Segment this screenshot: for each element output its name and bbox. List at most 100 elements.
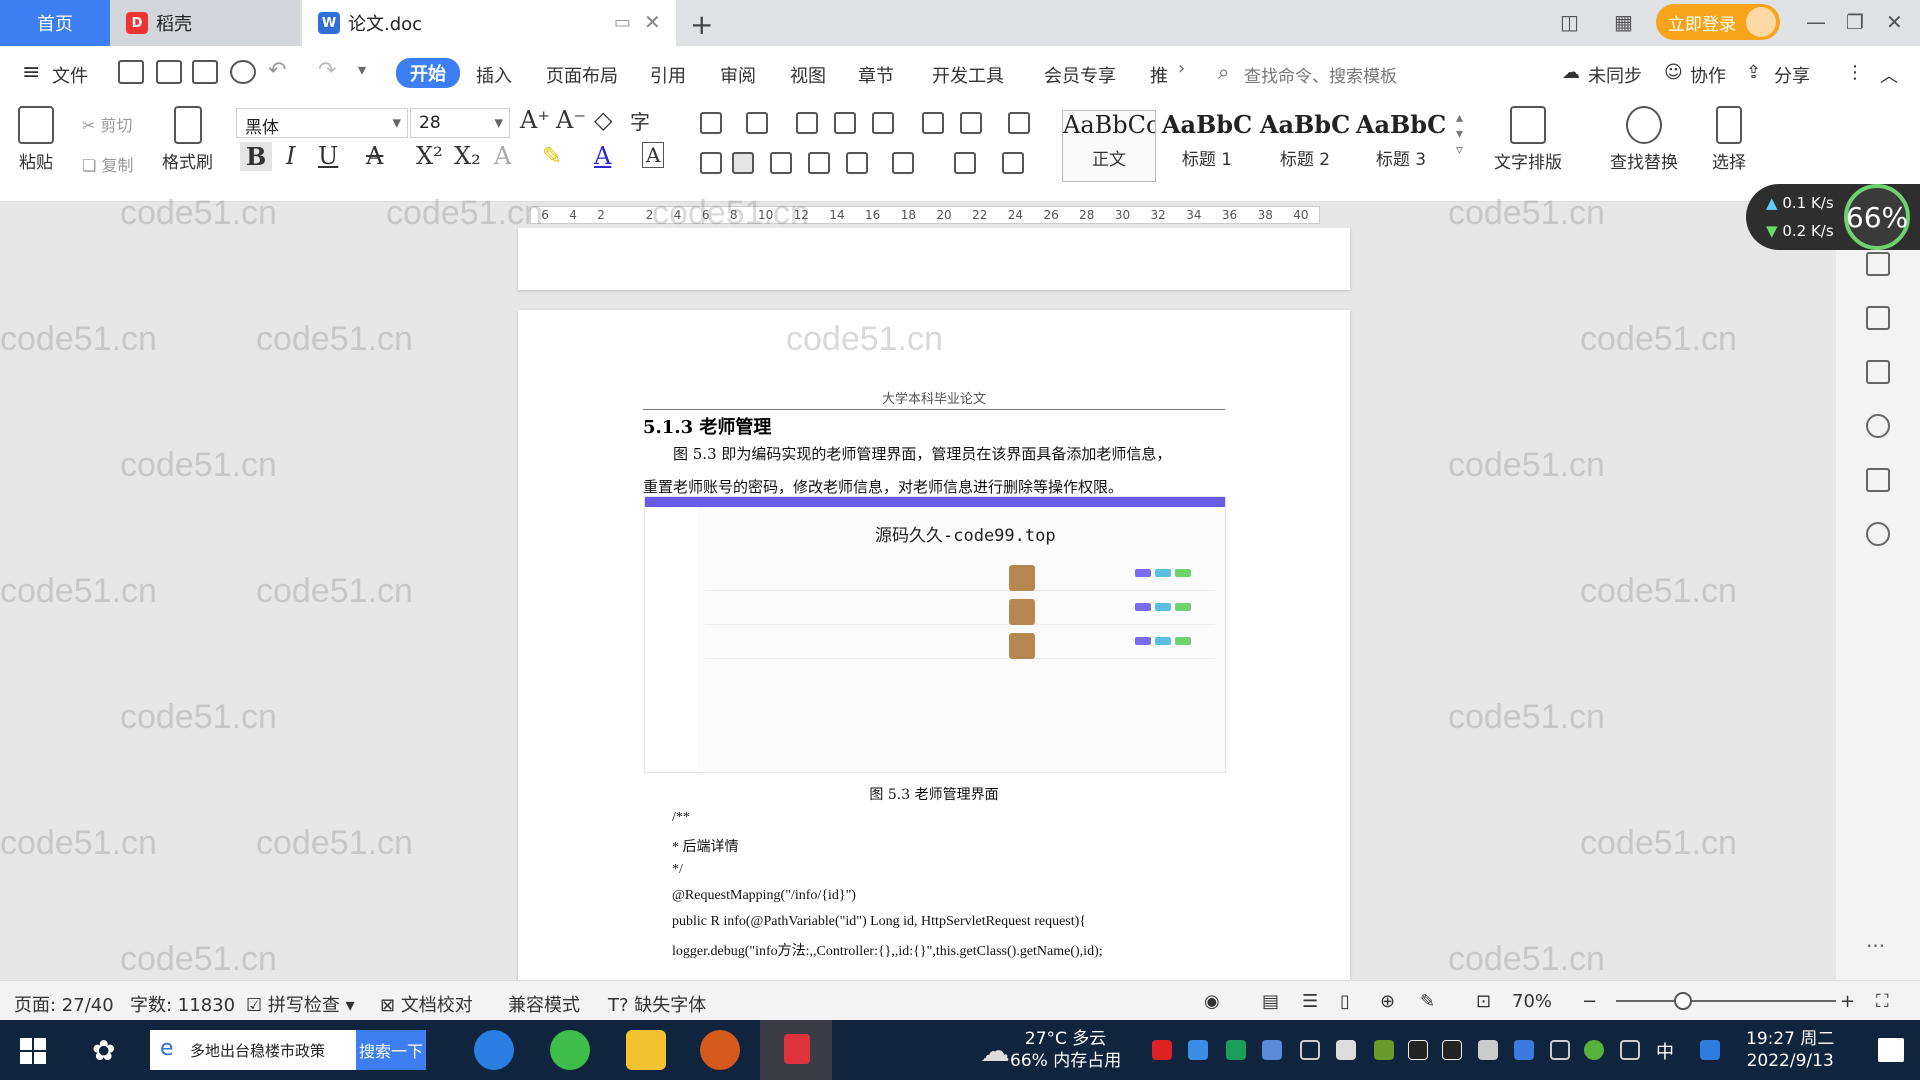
more-dots-icon[interactable]: ···: [1866, 934, 1885, 958]
hamburger-icon[interactable]: ≡: [22, 60, 40, 85]
format-painter-button[interactable]: 格式刷: [162, 106, 213, 173]
increase-indent-icon[interactable]: [834, 112, 856, 134]
document-area[interactable]: 大学本科毕业论文 5.1.3 老师管理 图 5.3 即为编码实现的老师管理界面，…: [0, 228, 1836, 980]
app-icon[interactable]: [700, 1030, 740, 1070]
minimize-icon[interactable]: —: [1806, 10, 1826, 34]
ie-browser-icon[interactable]: [474, 1030, 514, 1070]
font-name-select[interactable]: 黑体 ▾: [236, 108, 408, 138]
taskbar-search-input[interactable]: e 多地出台稳楼市政策: [150, 1030, 356, 1070]
text-direction-icon[interactable]: [960, 112, 982, 134]
justify-icon[interactable]: [808, 152, 830, 174]
customize-toolbar-icon[interactable]: ▾: [358, 60, 366, 79]
font-color-icon[interactable]: A: [594, 142, 611, 170]
ime-indicator[interactable]: 中: [1656, 1038, 1674, 1064]
char-border-icon[interactable]: A: [642, 142, 665, 168]
edit-pen-icon[interactable]: [1866, 252, 1890, 276]
fullscreen-icon[interactable]: ⛶: [1876, 991, 1889, 1012]
eye-protect-icon[interactable]: ◉: [1204, 991, 1220, 1012]
chinese-layout-icon[interactable]: [872, 112, 894, 134]
battery-icon[interactable]: [1478, 1040, 1498, 1060]
style-heading-1[interactable]: AaBbC 标题 1: [1160, 110, 1254, 182]
save-icon[interactable]: [118, 60, 144, 84]
undo-icon[interactable]: ↶: [268, 58, 286, 83]
text-effect-icon[interactable]: A: [494, 142, 511, 170]
nvidia-icon[interactable]: [1374, 1040, 1394, 1060]
notification-bell-icon[interactable]: [1336, 1040, 1356, 1060]
menu-file[interactable]: 文件: [52, 62, 88, 88]
spell-check-button[interactable]: ☑ 拼写检查 ▾: [246, 991, 355, 1017]
superscript-icon[interactable]: X²: [416, 142, 443, 170]
tab-home[interactable]: 首页: [0, 0, 110, 46]
zoom-out-icon[interactable]: −: [1582, 991, 1597, 1012]
close-window-icon[interactable]: ✕: [1886, 10, 1903, 34]
align-left-icon[interactable]: [700, 152, 722, 174]
backup-icon[interactable]: [1866, 468, 1890, 492]
unsync-button[interactable]: 未同步: [1588, 62, 1642, 88]
menu-references[interactable]: 引用: [650, 62, 686, 88]
restore-icon[interactable]: ❐: [1846, 10, 1864, 34]
tab-daoke[interactable]: D 稻壳: [110, 0, 300, 46]
italic-icon[interactable]: I: [286, 142, 295, 170]
wifi-icon[interactable]: [1300, 1040, 1320, 1060]
menu-developer[interactable]: 开发工具: [932, 62, 1004, 88]
bullet-list-icon[interactable]: [700, 112, 722, 134]
style-heading-3[interactable]: AaBbC 标题 3: [1354, 110, 1448, 182]
menu-recommend[interactable]: 推: [1150, 62, 1168, 88]
search-command-input[interactable]: 查找命令、搜索模板: [1244, 62, 1397, 87]
shading-icon[interactable]: [954, 152, 976, 174]
line-spacing-icon[interactable]: [892, 152, 914, 174]
menu-page-layout[interactable]: 页面布局: [546, 62, 618, 88]
zoom-slider[interactable]: [1616, 1000, 1836, 1002]
document-page[interactable]: 大学本科毕业论文 5.1.3 老师管理 图 5.3 即为编码实现的老师管理界面，…: [518, 310, 1350, 980]
login-button[interactable]: 立即登录: [1656, 4, 1780, 40]
volume-icon[interactable]: [1620, 1040, 1640, 1060]
numbered-list-icon[interactable]: [746, 112, 768, 134]
bold-icon[interactable]: B: [240, 142, 273, 171]
layout-icon[interactable]: ◫: [1560, 10, 1579, 34]
shrink-font-icon[interactable]: A⁻: [556, 106, 586, 134]
collab-button[interactable]: 协作: [1690, 62, 1726, 88]
find-replace-button[interactable]: 查找替换: [1610, 106, 1678, 173]
missing-font-button[interactable]: T? 缺失字体: [608, 991, 706, 1017]
apps-grid-icon[interactable]: ▦: [1614, 10, 1633, 34]
zoom-slider-knob[interactable]: [1674, 992, 1692, 1010]
highlight-icon[interactable]: ✎: [542, 142, 562, 170]
tab-document[interactable]: W 论文.doc ▭ ✕: [302, 0, 676, 46]
show-marks-icon[interactable]: [1008, 112, 1030, 134]
bluetooth-icon[interactable]: [1514, 1040, 1534, 1060]
tray-app-icon[interactable]: [1188, 1040, 1208, 1060]
page-count[interactable]: 页面: 27/40: [14, 991, 114, 1017]
wps-writer-icon[interactable]: [760, 1020, 832, 1080]
cursor-icon[interactable]: [1866, 306, 1890, 330]
usb-icon[interactable]: [1550, 1040, 1570, 1060]
zoom-in-icon[interactable]: +: [1840, 991, 1855, 1012]
share-button[interactable]: 分享: [1774, 62, 1810, 88]
shield-icon[interactable]: [1262, 1040, 1282, 1060]
tray-app-icon[interactable]: [1226, 1040, 1246, 1060]
tray-app-icon[interactable]: [1584, 1040, 1604, 1060]
underline-icon[interactable]: U: [318, 142, 338, 170]
task-view-icon[interactable]: ✿: [92, 1034, 115, 1067]
distribute-icon[interactable]: [846, 152, 868, 174]
draw-view-icon[interactable]: ✎: [1420, 991, 1435, 1012]
cut-button[interactable]: ✂ 剪切: [82, 112, 133, 136]
web-view-icon[interactable]: ⊕: [1380, 991, 1395, 1012]
zoom-value[interactable]: 70%: [1512, 991, 1552, 1012]
text-layout-button[interactable]: 文字排版: [1494, 106, 1562, 173]
menu-review[interactable]: 审阅: [720, 62, 756, 88]
print-preview-icon[interactable]: [230, 60, 256, 84]
select-button[interactable]: 选择: [1712, 106, 1746, 173]
align-center-icon[interactable]: [732, 152, 754, 174]
style-normal[interactable]: AaBbCcI 正文: [1062, 110, 1156, 182]
qq-icon[interactable]: [1442, 1040, 1462, 1060]
input-method-icon[interactable]: [1700, 1040, 1720, 1060]
copy-button[interactable]: ❏ 复制: [82, 152, 133, 176]
horizontal-ruler[interactable]: 6 4 2 2 4 6 8 10 12 14 16 18 20 22 24 26…: [530, 206, 1320, 224]
chevron-right-icon[interactable]: ›: [1178, 58, 1185, 79]
tray-app-icon[interactable]: [1152, 1040, 1172, 1060]
strikethrough-icon[interactable]: A: [366, 142, 383, 170]
styles-scroll-icon[interactable]: ▴ ▾ ▿: [1456, 110, 1463, 158]
word-count[interactable]: 字数: 11830: [130, 991, 235, 1017]
help-icon[interactable]: [1866, 414, 1890, 438]
subscript-icon[interactable]: X₂: [454, 142, 481, 170]
